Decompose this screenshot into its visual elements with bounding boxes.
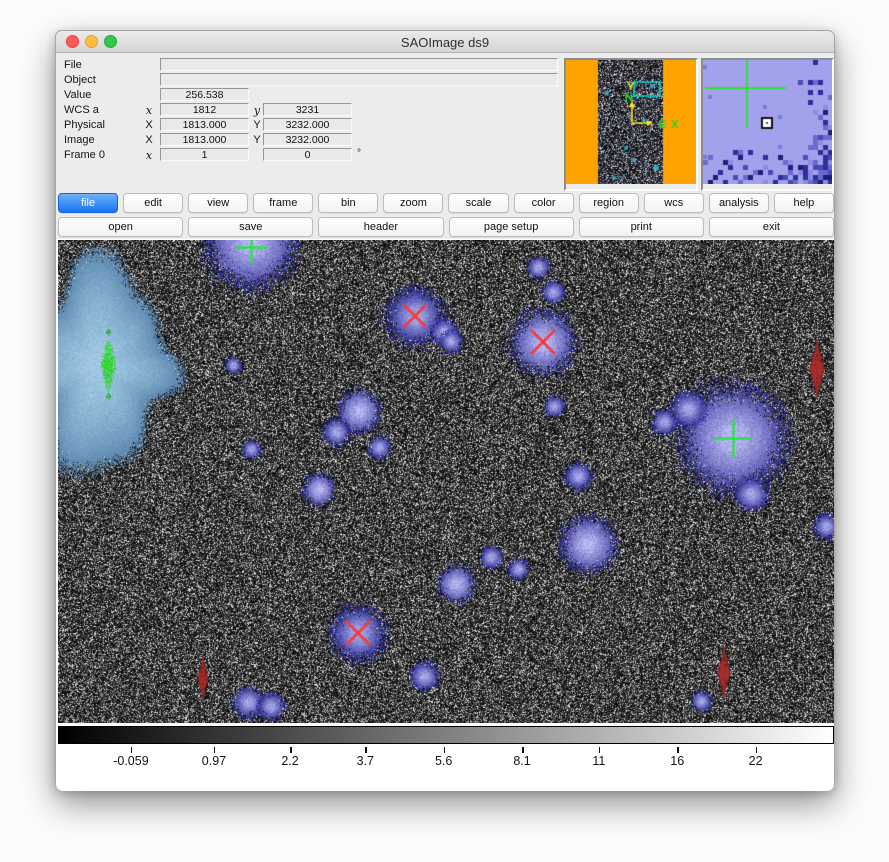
menu-edit-button[interactable]: edit — [123, 193, 183, 213]
frame-zoom-value: 1 — [202, 149, 208, 161]
info-row-image: Image X 1813.000 Y 3232.000 — [56, 133, 561, 147]
colorbar-tick — [599, 747, 601, 753]
sky-image-canvas[interactable] — [58, 240, 834, 723]
colorbar-tick-label: -0.059 — [113, 754, 148, 768]
file-submenu-bar: open save header page setup print exit — [58, 217, 834, 237]
exit-button[interactable]: exit — [709, 217, 834, 237]
ds9-window: SAOImage ds9 File Object Value 256.538 W… — [55, 30, 835, 790]
colorbar-tick — [522, 747, 524, 753]
frame-x-sublabel: x — [142, 149, 156, 162]
frame-rotation-field[interactable]: 0 — [263, 148, 352, 161]
wcs-y-value: 3231 — [296, 104, 319, 116]
colorbar-tick-label: 16 — [670, 754, 684, 768]
physical-x-sublabel: X — [142, 119, 156, 131]
menu-bin-button[interactable]: bin — [318, 193, 378, 213]
colorbar[interactable] — [58, 726, 834, 744]
colorbar-tick — [290, 747, 292, 753]
colorbar-tick — [365, 747, 367, 753]
physical-y-value: 3232.000 — [286, 119, 330, 131]
print-button[interactable]: print — [579, 217, 704, 237]
frame-rotation-value: 0 — [305, 149, 311, 161]
pixel-value: 256.538 — [186, 89, 224, 101]
image-x-field[interactable]: 1813.000 — [160, 133, 249, 146]
wcs-label: WCS a — [64, 104, 99, 116]
menu-analysis-button[interactable]: analysis — [709, 193, 769, 213]
colorbar-tick-label: 3.7 — [357, 754, 374, 768]
info-row-frame: Frame 0 x 1 0 ° — [56, 148, 561, 162]
wcs-y-sublabel: y — [250, 104, 264, 117]
value-label: Value — [64, 89, 91, 101]
colorbar-tick — [214, 747, 216, 753]
page-setup-button[interactable]: page setup — [449, 217, 574, 237]
menu-frame-button[interactable]: frame — [253, 193, 313, 213]
physical-x-value: 1813.000 — [183, 119, 227, 131]
colorbar-tick — [756, 747, 758, 753]
image-x-sublabel: X — [142, 134, 156, 146]
physical-y-sublabel: Y — [250, 119, 264, 131]
save-button[interactable]: save — [188, 217, 313, 237]
desktop: SAOImage ds9 File Object Value 256.538 W… — [0, 0, 889, 862]
open-button[interactable]: open — [58, 217, 183, 237]
menu-scale-button[interactable]: scale — [448, 193, 508, 213]
image-label: Image — [64, 134, 95, 146]
frame-label: Frame 0 — [64, 149, 105, 161]
menu-file-button[interactable]: file — [58, 193, 118, 213]
info-row-value: Value 256.538 — [56, 88, 561, 102]
value-field[interactable]: 256.538 — [160, 88, 249, 101]
colorbar-tick-label: 11 — [592, 754, 605, 768]
header-button[interactable]: header — [318, 217, 443, 237]
colorbar-tick-label: 0.97 — [202, 754, 226, 768]
menu-wcs-button[interactable]: wcs — [644, 193, 704, 213]
colorbar-tick — [444, 747, 446, 753]
wcs-y-field[interactable]: 3231 — [263, 103, 352, 116]
colorbar-tick-label: 8.1 — [513, 754, 530, 768]
menu-zoom-button[interactable]: zoom — [383, 193, 443, 213]
colorbar-tick — [677, 747, 679, 753]
colorbar-tick-label: 22 — [749, 754, 763, 768]
physical-y-field[interactable]: 3232.000 — [263, 118, 352, 131]
physical-label: Physical — [64, 119, 105, 131]
wcs-x-field[interactable]: 1812 — [160, 103, 249, 116]
info-row-physical: Physical X 1813.000 Y 3232.000 — [56, 118, 561, 132]
frame-zoom-field[interactable]: 1 — [160, 148, 249, 161]
image-x-value: 1813.000 — [183, 134, 227, 146]
physical-x-field[interactable]: 1813.000 — [160, 118, 249, 131]
degree-symbol: ° — [357, 148, 361, 159]
colorbar-tick — [131, 747, 133, 753]
menu-bar: file edit view frame bin zoom scale colo… — [58, 193, 834, 213]
info-row-wcs: WCS a x 1812 y 3231 — [56, 103, 561, 117]
image-y-value: 3232.000 — [286, 134, 330, 146]
image-y-sublabel: Y — [250, 134, 264, 146]
menu-color-button[interactable]: color — [514, 193, 574, 213]
image-y-field[interactable]: 3232.000 — [263, 133, 352, 146]
menu-help-button[interactable]: help — [774, 193, 834, 213]
colorbar-tick-label: 2.2 — [281, 754, 298, 768]
menu-view-button[interactable]: view — [188, 193, 248, 213]
wcs-x-value: 1812 — [193, 104, 216, 116]
colorbar-tick-label: 5.6 — [435, 754, 452, 768]
wcs-x-sublabel: x — [142, 104, 156, 117]
menu-region-button[interactable]: region — [579, 193, 639, 213]
colorbar-ticks: -0.0590.972.23.75.68.1111622 — [56, 31, 836, 79]
